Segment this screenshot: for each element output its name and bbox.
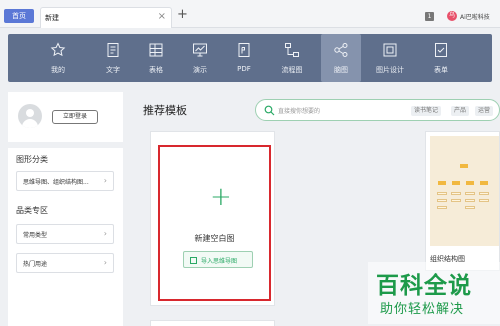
toolbar-item-label: 流程图 xyxy=(281,66,303,74)
star-icon xyxy=(50,42,66,57)
search-icon xyxy=(264,105,275,116)
page-title: 推荐模板 xyxy=(143,104,187,117)
divider xyxy=(8,142,123,148)
avatar-body xyxy=(22,119,38,128)
import-icon xyxy=(190,257,197,264)
org-node xyxy=(460,164,468,168)
sidebar-item-common-types[interactable]: 常用类型 › xyxy=(16,224,114,244)
avatar-head xyxy=(26,109,34,117)
toolbar-item-label: PDF xyxy=(237,65,251,73)
chevron-right-icon: › xyxy=(103,176,107,185)
sidebar-item-diagram-types[interactable]: 思维导图、组织结构图... › xyxy=(16,171,114,191)
toolbar-item-label: 脑图 xyxy=(334,66,348,74)
text-doc-icon xyxy=(107,43,119,57)
sidebar-item-label: 常用类型 xyxy=(23,232,48,239)
pdf-icon xyxy=(238,43,250,57)
org-node xyxy=(438,181,446,185)
toolbar-item-label: 我的 xyxy=(51,66,65,74)
new-blank-label: 新建空白图 xyxy=(194,234,235,243)
watermark-sub: 助你轻松解决 xyxy=(380,302,465,317)
org-leaf xyxy=(465,192,475,195)
toolbar-item-pdf[interactable]: PDF xyxy=(224,34,264,82)
toolbar-item-label: 表单 xyxy=(434,66,448,74)
new-blank-card[interactable]: + 新建空白图 导入思维导图 xyxy=(150,131,275,306)
user-name[interactable]: Ai巴啦科技 xyxy=(460,12,490,21)
toolbar-item-presentation[interactable]: 演示 xyxy=(180,34,220,82)
doc-tab-label: 新建 xyxy=(45,14,59,22)
category-toolbar: 我的 文字 表格 演示 PDF 流程图 脑图 图片设计 表单 xyxy=(8,34,492,82)
search-tag[interactable]: 运营 xyxy=(475,106,494,116)
org-leaf xyxy=(437,199,447,202)
org-leaf xyxy=(465,199,475,202)
template-card-org-chart[interactable]: 组织结构图 xyxy=(425,131,500,271)
table-icon xyxy=(149,43,163,57)
org-node xyxy=(452,181,460,185)
presentation-icon xyxy=(193,43,207,57)
toolbar-item-flowchart[interactable]: 流程图 xyxy=(272,34,312,82)
highlight-box: + 新建空白图 导入思维导图 xyxy=(158,145,271,301)
image-design-icon xyxy=(383,43,397,57)
sidebar-item-label: 思维导图、组织结构图... xyxy=(23,179,89,186)
import-mindmap-button[interactable]: 导入思维导图 xyxy=(183,251,253,268)
login-button[interactable]: 立即登录 xyxy=(52,110,98,124)
toolbar-item-table[interactable]: 表格 xyxy=(136,34,176,82)
chevron-right-icon: › xyxy=(103,229,107,238)
org-leaf xyxy=(479,199,489,202)
toolbar-item-mindmap[interactable]: 脑图 xyxy=(321,34,361,82)
toolbar-item-text[interactable]: 文字 xyxy=(93,34,133,82)
org-node xyxy=(480,181,488,185)
template-thumbnail xyxy=(430,136,499,246)
mindmap-icon xyxy=(334,43,348,57)
org-leaf xyxy=(437,192,447,195)
special-title: 品类专区 xyxy=(16,206,48,215)
add-tab-button[interactable]: + xyxy=(177,8,188,22)
toolbar-item-image-design[interactable]: 图片设计 xyxy=(370,34,410,82)
avatar[interactable]: 乌 xyxy=(447,11,457,21)
notification-badge[interactable]: 1 xyxy=(425,12,434,21)
sidebar-item-label: 热门用途 xyxy=(23,261,48,268)
search-tag[interactable]: 产品 xyxy=(451,106,470,116)
org-node xyxy=(466,181,474,185)
watermark-main: 百科全说 xyxy=(376,273,472,299)
doc-tab-new[interactable]: 新建 × xyxy=(40,7,172,28)
search-tag[interactable]: 读书笔记 xyxy=(411,106,442,116)
watermark-logo: 百科全说 助你轻松解决 xyxy=(368,262,500,324)
chevron-right-icon: › xyxy=(103,258,107,267)
org-leaf xyxy=(479,192,489,195)
close-icon[interactable]: × xyxy=(158,11,166,22)
sidebar: 立即登录 图形分类 思维导图、组织结构图... › 品类专区 常用类型 › 热门… xyxy=(8,92,123,326)
toolbar-item-label: 表格 xyxy=(149,66,163,74)
home-tab[interactable]: 首页 xyxy=(4,9,34,23)
toolbar-item-label: 图片设计 xyxy=(376,66,404,74)
org-leaf xyxy=(437,206,447,209)
toolbar-item-mine[interactable]: 我的 xyxy=(38,34,78,82)
org-leaf xyxy=(451,192,461,195)
toolbar-item-label: 演示 xyxy=(193,66,207,74)
org-leaf xyxy=(465,206,475,209)
tab-bar: 首页 新建 × + 1 乌 Ai巴啦科技 xyxy=(0,0,500,28)
avatar[interactable] xyxy=(18,104,42,128)
toolbar-item-label: 文字 xyxy=(106,66,120,74)
search-placeholder: 直接搜你想要的 xyxy=(278,108,321,115)
flowchart-icon xyxy=(285,43,299,57)
form-icon xyxy=(435,43,447,57)
org-leaf xyxy=(451,199,461,202)
sidebar-item-popular-uses[interactable]: 热门用途 › xyxy=(16,253,114,273)
search-input[interactable]: 直接搜你想要的 读书笔记 产品 运营 xyxy=(255,99,500,121)
import-mindmap-label: 导入思维导图 xyxy=(201,258,238,265)
plus-icon: + xyxy=(210,182,232,212)
toolbar-item-form[interactable]: 表单 xyxy=(421,34,461,82)
category-title: 图形分类 xyxy=(16,155,48,164)
template-card[interactable] xyxy=(150,320,275,326)
